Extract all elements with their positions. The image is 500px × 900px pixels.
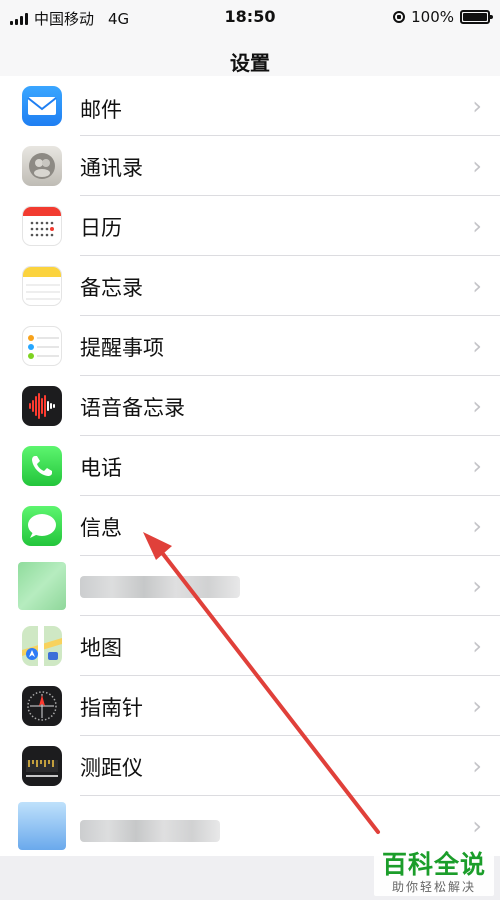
annotation-arrow — [143, 532, 380, 834]
watermark: 百科全说 助你轻松解决 — [373, 848, 494, 896]
watermark-sub: 助你轻松解决 — [391, 880, 476, 894]
watermark-main: 百科全说 — [381, 850, 486, 879]
